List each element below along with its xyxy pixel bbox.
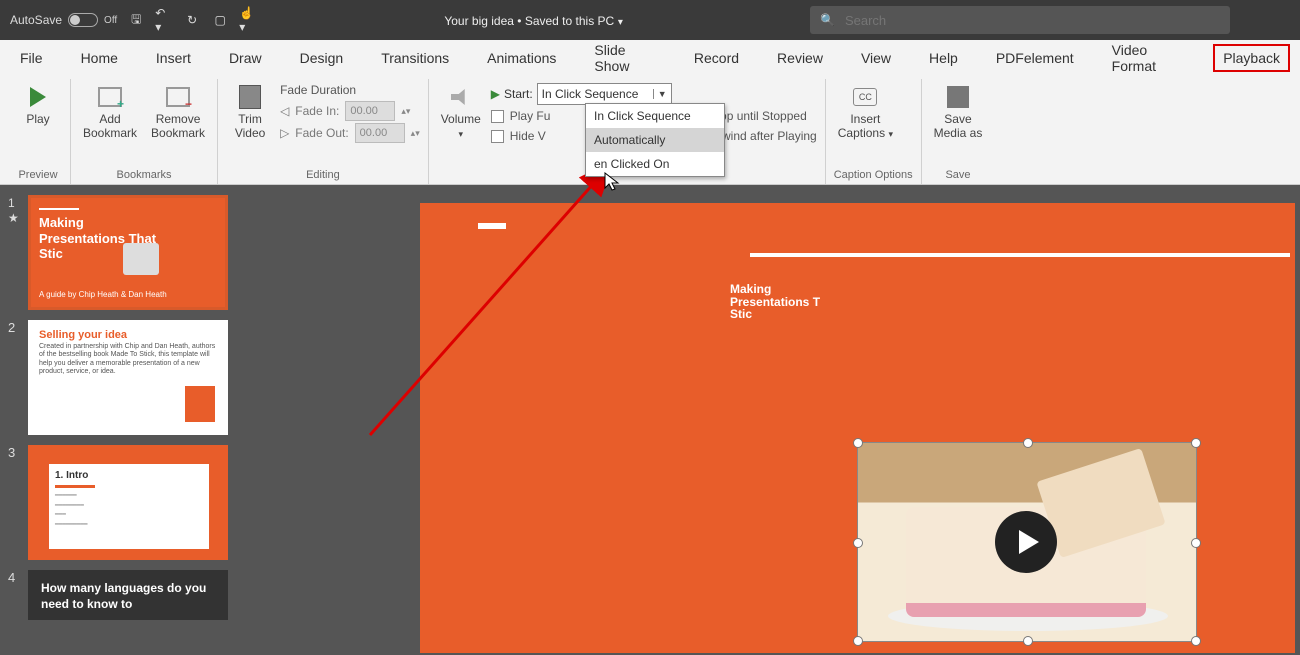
resize-handle[interactable] <box>853 538 863 548</box>
chevron-down-icon[interactable]: ▼ <box>653 89 667 99</box>
resize-handle[interactable] <box>1023 438 1033 448</box>
spinner-icon[interactable]: ▴▾ <box>411 128 420 139</box>
group-preview-label: Preview <box>14 166 62 184</box>
tab-home[interactable]: Home <box>71 42 128 74</box>
fade-out-value[interactable]: 00.00 <box>355 123 405 143</box>
slide-thumb-3[interactable]: 1. Intro ━━━━━━━━━━━━━━━━━━━━━━━━━━ <box>28 445 228 560</box>
save-icon[interactable]: 🖫 <box>127 11 145 29</box>
document-title[interactable]: Your big idea • Saved to this PC ▾ <box>257 13 810 28</box>
search-box[interactable]: 🔍 <box>810 6 1230 34</box>
video-object[interactable] <box>857 442 1197 642</box>
autosave-label: AutoSave <box>10 13 62 27</box>
start-select[interactable]: In Click Sequence ▼ <box>537 83 672 105</box>
tab-record[interactable]: Record <box>684 42 749 74</box>
bookmark-remove-icon <box>163 83 193 111</box>
start-opt-in-click[interactable]: In Click Sequence <box>586 104 724 128</box>
save-disk-icon <box>943 83 973 111</box>
resize-handle[interactable] <box>853 438 863 448</box>
present-icon[interactable]: ▢ <box>211 11 229 29</box>
tab-playback[interactable]: Playback <box>1213 44 1290 72</box>
tab-draw[interactable]: Draw <box>219 42 272 74</box>
fade-in-row[interactable]: ◁ Fade In: 00.00 ▴▾ <box>280 101 420 121</box>
start-play-icon: ▶ <box>491 87 500 101</box>
slide-title-text[interactable]: Making Presentations T Stic <box>730 283 820 321</box>
slide-thumb-1[interactable]: Making Presentations That Stic A guide b… <box>28 195 228 310</box>
tab-view[interactable]: View <box>851 42 901 74</box>
tab-insert[interactable]: Insert <box>146 42 201 74</box>
tab-transitions[interactable]: Transitions <box>371 42 459 74</box>
tab-file[interactable]: File <box>10 42 53 74</box>
decorative-dash <box>478 223 506 229</box>
ribbon-content: Play Preview Add Bookmark Remove Bookmar… <box>0 75 1300 185</box>
start-opt-automatically[interactable]: Automatically <box>586 128 724 152</box>
bookmark-add-icon <box>95 83 125 111</box>
trim-icon <box>235 83 265 111</box>
group-bookmarks-label: Bookmarks <box>79 166 209 184</box>
add-bookmark-button[interactable]: Add Bookmark <box>79 81 141 143</box>
resize-handle[interactable] <box>1191 538 1201 548</box>
tab-help[interactable]: Help <box>919 42 968 74</box>
autosave-state: Off <box>104 15 117 26</box>
slide-thumbnails: 1★ Making Presentations That Stic A guid… <box>0 185 260 655</box>
fade-in-value[interactable]: 00.00 <box>345 101 395 121</box>
book-icon <box>185 386 215 422</box>
group-editing-label: Editing <box>226 166 420 184</box>
toggle-switch[interactable] <box>68 13 98 27</box>
start-row: ▶ Start: In Click Sequence ▼ <box>491 83 672 105</box>
slide-thumb-4[interactable]: How many languages do you need to know t… <box>28 570 228 620</box>
undo-icon[interactable]: ↶ ▾ <box>155 11 173 29</box>
tab-pdfelement[interactable]: PDFelement <box>986 42 1084 74</box>
resize-handle[interactable] <box>1023 636 1033 646</box>
trim-video-button[interactable]: Trim Video <box>226 81 274 143</box>
resize-handle[interactable] <box>1191 636 1201 646</box>
resize-handle[interactable] <box>1191 438 1201 448</box>
tab-animations[interactable]: Animations <box>477 42 566 74</box>
tab-review[interactable]: Review <box>767 42 833 74</box>
tab-design[interactable]: Design <box>290 42 354 74</box>
ribbon-tabs: File Home Insert Draw Design Transitions… <box>0 40 1300 75</box>
search-icon: 🔍 <box>820 13 835 27</box>
fade-triangle-icon: ▷ <box>280 126 289 140</box>
volume-button[interactable]: Volume▾ <box>437 81 485 143</box>
remove-bookmark-button[interactable]: Remove Bookmark <box>147 81 209 143</box>
save-media-button[interactable]: Save Media as <box>930 81 987 143</box>
fade-triangle-icon: ◁ <box>280 104 289 118</box>
spinner-icon[interactable]: ▴▾ <box>401 106 410 117</box>
thumb-number: 3 <box>8 445 22 560</box>
group-save-label: Save <box>930 166 987 184</box>
autosave-toggle[interactable]: AutoSave Off <box>10 13 117 27</box>
thumb-number: 1 <box>8 196 15 210</box>
slide-thumb-2[interactable]: Selling your idea Created in partnership… <box>28 320 228 435</box>
play-button[interactable]: Play <box>14 81 62 129</box>
video-play-icon[interactable] <box>995 511 1057 573</box>
star-icon: ★ <box>8 211 19 225</box>
fade-out-row[interactable]: ▷ Fade Out: 00.00 ▴▾ <box>280 123 420 143</box>
cc-icon: CC <box>850 83 880 111</box>
start-dropdown: In Click Sequence Automatically en Click… <box>585 103 725 177</box>
touch-icon[interactable]: ☝ ▾ <box>239 11 257 29</box>
decorative-rule <box>750 253 1290 257</box>
play-icon <box>23 83 53 111</box>
speaker-icon <box>446 83 476 111</box>
group-caption-label: Caption Options <box>834 166 913 184</box>
thumb-number: 4 <box>8 570 22 620</box>
insert-captions-button[interactable]: CC Insert Captions ▾ <box>834 81 897 143</box>
cursor-icon <box>604 172 620 195</box>
cake-thumbnail-icon <box>123 243 159 275</box>
redo-icon[interactable]: ↻ <box>183 11 201 29</box>
thumb-number: 2 <box>8 320 22 435</box>
search-input[interactable] <box>845 13 1220 28</box>
resize-handle[interactable] <box>853 636 863 646</box>
fade-duration-label: Fade Duration <box>280 83 420 97</box>
